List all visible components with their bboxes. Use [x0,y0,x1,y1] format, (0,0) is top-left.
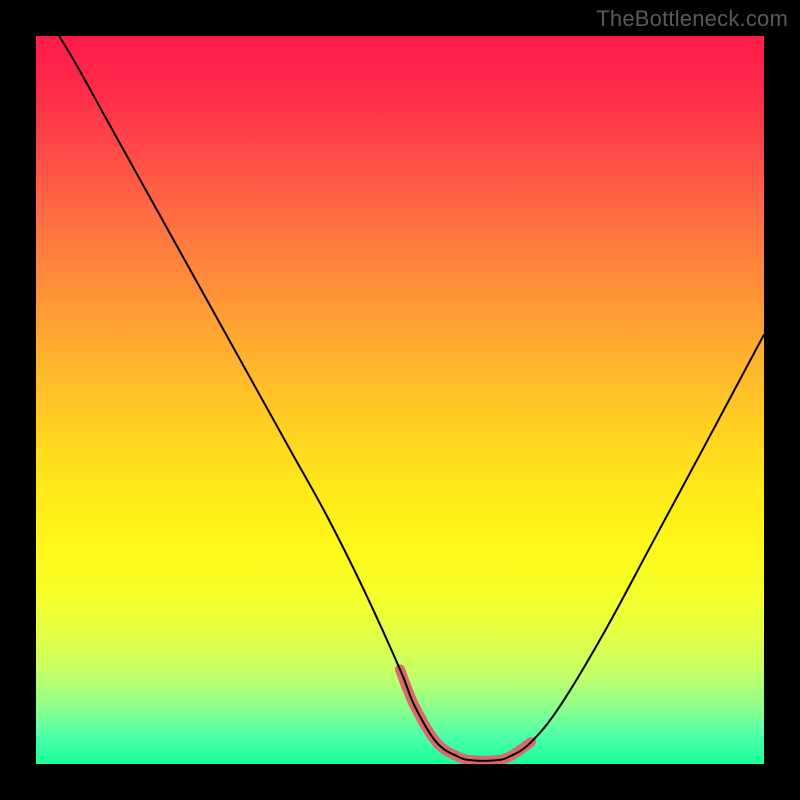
chart-svg [36,36,764,764]
watermark-text: TheBottleneck.com [596,6,788,32]
chart-plot-area [36,36,764,764]
bottleneck-curve [36,36,764,761]
